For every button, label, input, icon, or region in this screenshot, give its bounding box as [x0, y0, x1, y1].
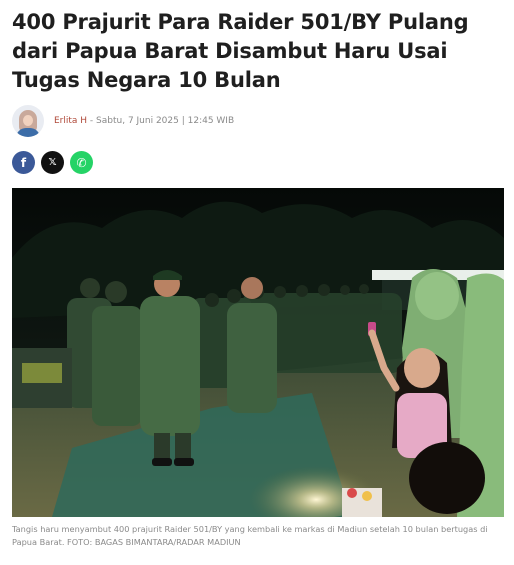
author-avatar[interactable] [12, 105, 44, 137]
whatsapp-icon[interactable]: ✆ [70, 151, 93, 174]
article-meta: Erlita H - Sabtu, 7 Juni 2025 | 12:45 WI… [54, 116, 234, 126]
x-icon[interactable]: 𝕏 [41, 151, 64, 174]
author-name[interactable]: Erlita H [54, 116, 87, 126]
meta-separator: - [87, 116, 97, 126]
article-photo[interactable] [12, 188, 504, 517]
photo-caption: Tangis haru menyambut 400 prajurit Raide… [12, 524, 488, 547]
byline: Erlita H - Sabtu, 7 Juni 2025 | 12:45 WI… [12, 104, 234, 138]
facebook-icon[interactable]: f [12, 151, 35, 174]
share-bar: f 𝕏 ✆ [12, 151, 93, 174]
publish-date: Sabtu, 7 Juni 2025 | 12:45 WIB [96, 116, 235, 126]
article-title: 400 Prajurit Para Raider 501/BY Pulang d… [12, 10, 469, 92]
photo-illustration [12, 188, 504, 517]
